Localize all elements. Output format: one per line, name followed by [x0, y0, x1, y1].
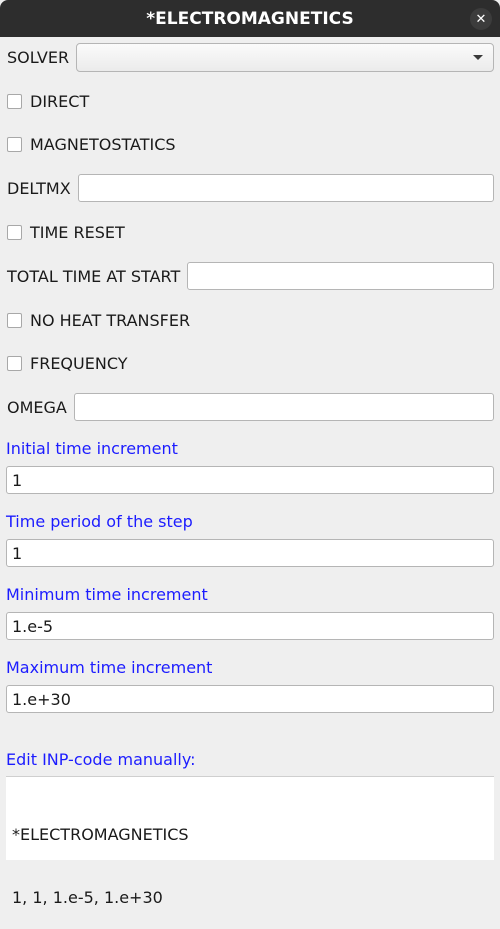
total-time-at-start-input[interactable]: [187, 262, 494, 290]
close-icon: ✕: [475, 11, 487, 27]
frequency-checkbox-box[interactable]: [7, 356, 22, 371]
no-heat-transfer-checkbox-box[interactable]: [7, 313, 22, 328]
direct-label: DIRECT: [30, 92, 90, 111]
total-time-at-start-label: TOTAL TIME AT START: [7, 266, 181, 286]
omega-label: OMEGA: [7, 397, 67, 417]
solver-dropdown[interactable]: [76, 43, 494, 72]
no-heat-transfer-checkbox[interactable]: NO HEAT TRANSFER: [7, 311, 494, 330]
time-period-label: Time period of the step: [6, 512, 193, 531]
solver-label: SOLVER: [7, 48, 70, 67]
close-button[interactable]: ✕: [470, 8, 492, 30]
initial-time-increment-input[interactable]: 1: [6, 466, 494, 494]
inp-code-line: *ELECTROMAGNETICS: [12, 825, 189, 844]
time-reset-label: TIME RESET: [30, 223, 125, 242]
direct-checkbox-box[interactable]: [7, 94, 22, 109]
no-heat-transfer-label: NO HEAT TRANSFER: [30, 311, 191, 330]
time-period-input[interactable]: 1: [6, 539, 494, 567]
magnetostatics-checkbox[interactable]: MAGNETOSTATICS: [7, 135, 494, 154]
initial-time-increment-label: Initial time increment: [6, 439, 178, 458]
inp-code-textarea[interactable]: *ELECTROMAGNETICS 1, 1, 1.e-5, 1.e+30: [6, 776, 494, 907]
omega-row: OMEGA: [7, 393, 494, 421]
omega-input[interactable]: [73, 393, 494, 421]
magnetostatics-label: MAGNETOSTATICS: [30, 135, 176, 154]
deltmx-row: DELTMX: [7, 174, 494, 202]
magnetostatics-checkbox-box[interactable]: [7, 137, 22, 152]
maximum-time-increment-label: Maximum time increment: [6, 658, 213, 677]
deltmx-input[interactable]: [77, 174, 494, 202]
time-reset-checkbox[interactable]: TIME RESET: [7, 223, 494, 242]
title-bar: *ELECTROMAGNETICS ✕: [0, 0, 500, 37]
deltmx-label: DELTMX: [7, 178, 71, 198]
frequency-checkbox[interactable]: FREQUENCY: [7, 354, 494, 373]
maximum-time-increment-input[interactable]: 1.e+30: [6, 685, 494, 713]
solver-row: SOLVER: [7, 43, 494, 72]
time-reset-checkbox-box[interactable]: [7, 225, 22, 240]
minimum-time-increment-label: Minimum time increment: [6, 585, 208, 604]
inp-code-line: 1, 1, 1.e-5, 1.e+30: [12, 888, 163, 907]
window-title: *ELECTROMAGNETICS: [146, 8, 354, 29]
direct-checkbox[interactable]: DIRECT: [7, 92, 494, 111]
chevron-down-icon: [473, 55, 483, 60]
minimum-time-increment-input[interactable]: 1.e-5: [6, 612, 494, 640]
total-time-at-start-row: TOTAL TIME AT START: [7, 262, 494, 290]
inp-code-label: Edit INP-code manually:: [6, 750, 196, 769]
frequency-label: FREQUENCY: [30, 354, 128, 373]
